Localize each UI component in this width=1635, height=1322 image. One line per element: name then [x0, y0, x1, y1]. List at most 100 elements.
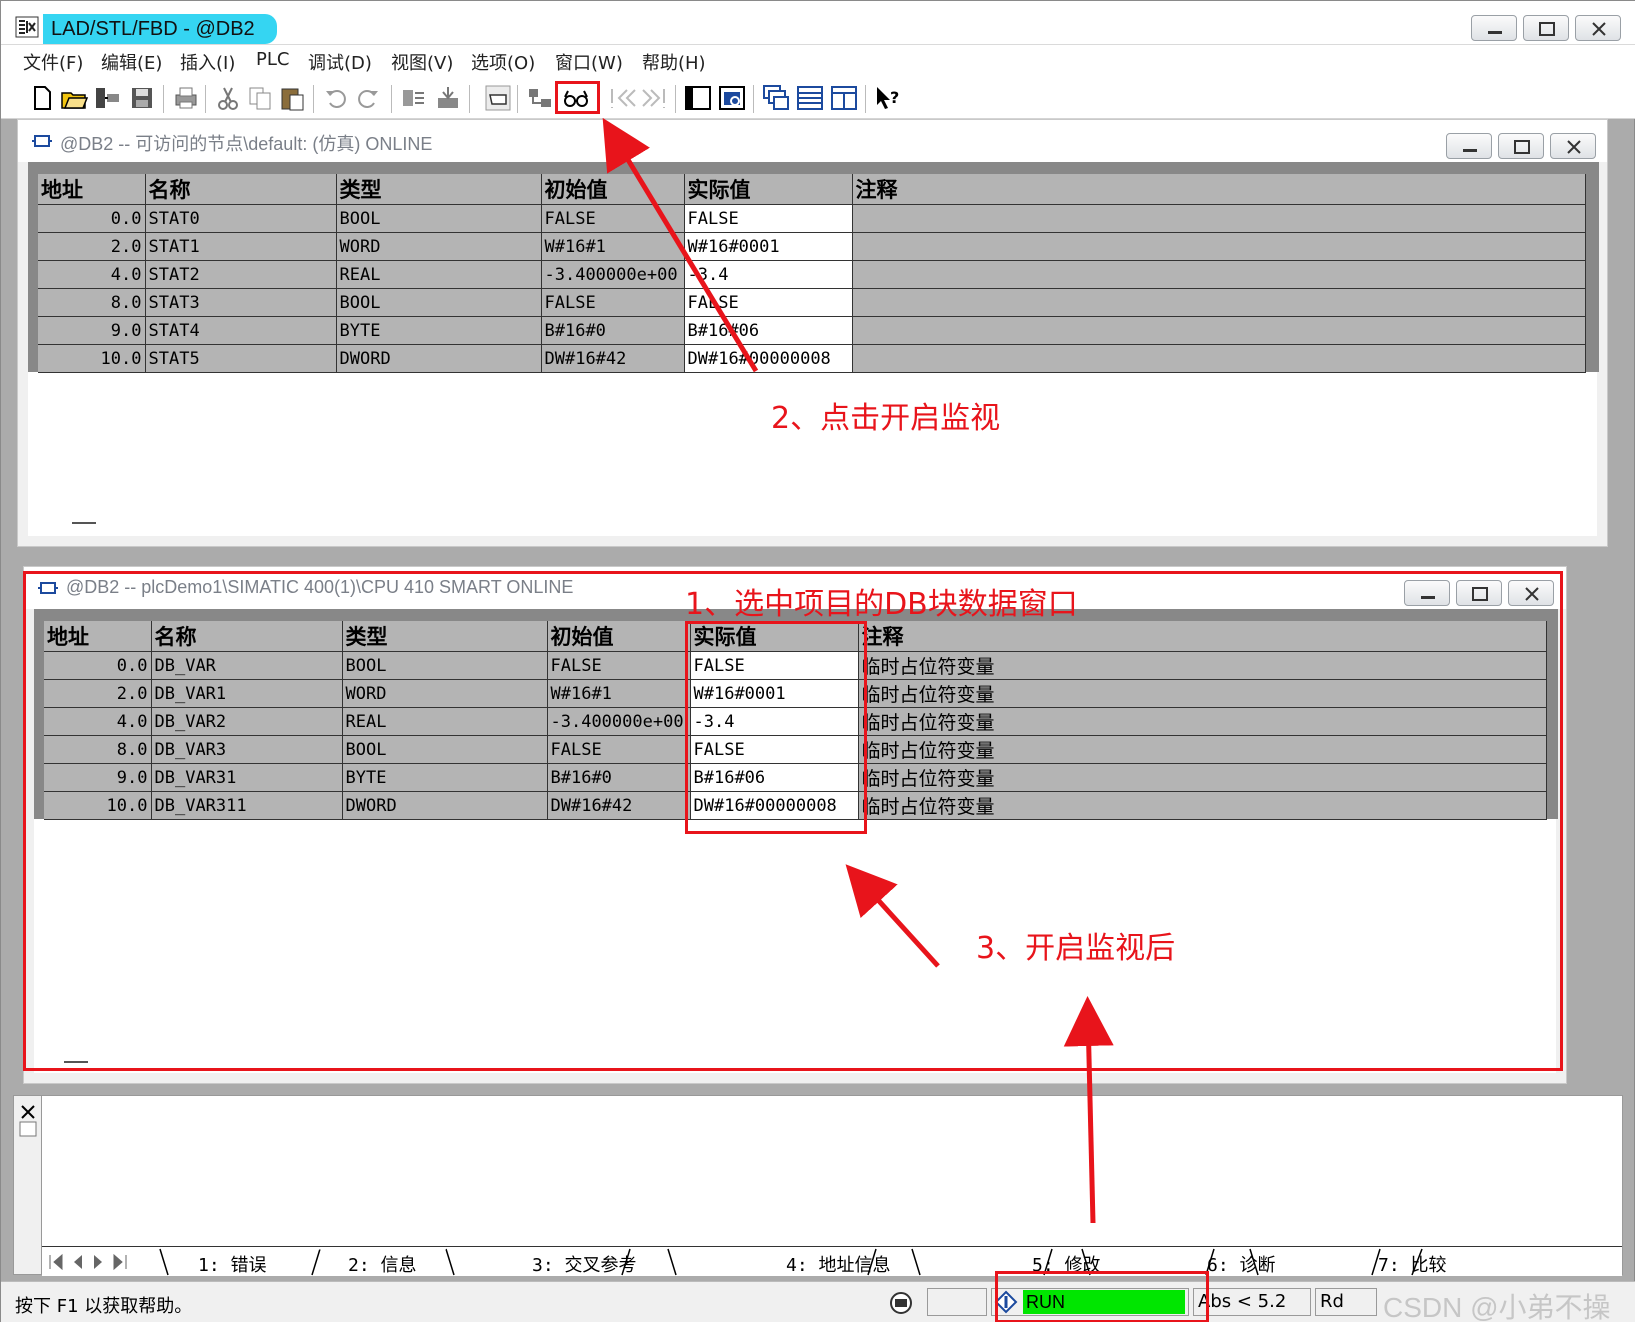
actual-value-cell[interactable]: DW#16#00000008	[684, 344, 853, 373]
output-panel: 1: 错误 2: 信息 3: 交叉参考 4: 地址信息 5: 修改 6: 诊断 …	[13, 1095, 1623, 1276]
comment-cell[interactable]	[852, 288, 1586, 317]
child-restore-button[interactable]	[1498, 133, 1544, 159]
comment-cell[interactable]	[852, 316, 1586, 345]
close-panel-icon[interactable]	[14, 1100, 42, 1140]
detail-icon[interactable]	[717, 83, 747, 113]
mdi-title-text: @DB2 -- 可访问的节点\default: (仿真) ONLINE	[60, 134, 433, 154]
menu-file[interactable]: 文件(F)	[23, 49, 83, 75]
menu-options[interactable]: 选项(O)	[471, 49, 535, 75]
address-cell[interactable]: 8.0	[38, 288, 146, 317]
compile-icon[interactable]	[399, 83, 429, 113]
menu-insert[interactable]: 插入(I)	[180, 49, 235, 75]
initial-value-cell[interactable]: W#16#1	[541, 232, 685, 261]
type-cell[interactable]: BOOL	[336, 288, 542, 317]
cascade-icon[interactable]	[761, 83, 791, 113]
annotation-step1: 1、选中项目的DB块数据窗口	[685, 587, 1078, 622]
title-bar: LAD/STL/FBD - @DB2	[1, 1, 1635, 45]
application-window: LAD/STL/FBD - @DB2 文件(F) 编辑(E) 插入(I) PLC…	[0, 0, 1635, 1322]
name-cell[interactable]: STAT4	[145, 316, 337, 345]
tile-horizontal-icon[interactable]	[795, 83, 825, 113]
paste-icon[interactable]	[277, 83, 307, 113]
address-cell[interactable]: 0.0	[38, 204, 146, 233]
column-header[interactable]: 地址	[38, 174, 146, 205]
table-row[interactable]: 0.0 STAT0 BOOL FALSE FALSE	[38, 204, 1586, 233]
name-cell[interactable]: STAT1	[145, 232, 337, 261]
new-icon[interactable]	[27, 83, 57, 113]
comment-cell[interactable]	[852, 204, 1586, 233]
splitter-handle[interactable]	[72, 522, 96, 524]
undo-icon[interactable]	[321, 83, 351, 113]
network-status-icon	[890, 1292, 912, 1314]
download-icon[interactable]	[433, 83, 463, 113]
table-row[interactable]: 2.0 STAT1 WORD W#16#1 W#16#0001	[38, 232, 1586, 261]
redo-icon[interactable]	[353, 83, 383, 113]
column-header[interactable]: 初始值	[541, 174, 685, 205]
column-header[interactable]: 名称	[145, 174, 337, 205]
minimize-button[interactable]	[1471, 15, 1517, 41]
copy-icon[interactable]	[245, 83, 275, 113]
monitor-window-icon[interactable]	[483, 83, 513, 113]
open-icon[interactable]	[59, 83, 89, 113]
menu-help[interactable]: 帮助(H)	[642, 49, 706, 75]
print-icon[interactable]	[171, 83, 201, 113]
rd-field: Rd	[1315, 1288, 1377, 1316]
name-cell[interactable]: STAT3	[145, 288, 337, 317]
column-header[interactable]: 实际值	[684, 174, 853, 205]
initial-value-cell[interactable]: B#16#0	[541, 316, 685, 345]
column-header[interactable]: 类型	[336, 174, 542, 205]
menu-view[interactable]: 视图(V)	[391, 49, 453, 75]
name-cell[interactable]: STAT0	[145, 204, 337, 233]
close-button[interactable]	[1575, 15, 1621, 41]
address-cell[interactable]: 4.0	[38, 260, 146, 289]
initial-value-cell[interactable]: DW#16#42	[541, 344, 685, 373]
child-close-button[interactable]	[1550, 133, 1596, 159]
name-cell[interactable]: STAT2	[145, 260, 337, 289]
mdi-body: 地址 名称 类型 初始值 实际值 注释 0.0 STAT0 BOOL FALSE FALSE 2.0…	[28, 162, 1599, 536]
cut-icon[interactable]	[213, 83, 243, 113]
actual-value-cell[interactable]: -3.4	[684, 260, 853, 289]
actual-value-cell[interactable]: FALSE	[684, 288, 853, 317]
address-cell[interactable]: 10.0	[38, 344, 146, 373]
status-bar: 按下 F1 以获取帮助。 RUN Abs < 5.2 Rd CSDN @小弟不操	[1, 1281, 1635, 1322]
mdi-window-simulation[interactable]: @DB2 -- 可访问的节点\default: (仿真) ONLINE 地址 名称…	[17, 119, 1608, 547]
comment-cell[interactable]	[852, 344, 1586, 373]
restore-button[interactable]	[1523, 15, 1569, 41]
actual-value-cell[interactable]: B#16#06	[684, 316, 853, 345]
menu-window[interactable]: 窗口(W)	[555, 49, 623, 75]
initial-value-cell[interactable]: FALSE	[541, 204, 685, 233]
next-error-icon[interactable]	[639, 83, 669, 113]
type-cell[interactable]: WORD	[336, 232, 542, 261]
tile-vertical-icon[interactable]	[829, 83, 859, 113]
mdi-titlebar[interactable]: @DB2 -- 可访问的节点\default: (仿真) ONLINE	[18, 120, 1607, 162]
initial-value-cell[interactable]: -3.400000e+00	[541, 260, 685, 289]
type-cell[interactable]: REAL	[336, 260, 542, 289]
actual-value-cell[interactable]: FALSE	[684, 204, 853, 233]
initial-value-cell[interactable]: FALSE	[541, 288, 685, 317]
column-header[interactable]: 注释	[852, 174, 1586, 205]
type-cell[interactable]: BYTE	[336, 316, 542, 345]
app-logo-icon	[15, 16, 39, 38]
prev-error-icon[interactable]	[607, 83, 637, 113]
address-cell[interactable]: 2.0	[38, 232, 146, 261]
menu-edit[interactable]: 编辑(E)	[101, 49, 162, 75]
child-minimize-button[interactable]	[1446, 133, 1492, 159]
table-row[interactable]: 10.0 STAT5 DWORD DW#16#42 DW#16#00000008	[38, 344, 1586, 373]
menu-plc[interactable]: PLC	[256, 49, 289, 70]
table-row[interactable]: 9.0 STAT4 BYTE B#16#0 B#16#06	[38, 316, 1586, 345]
address-cell[interactable]: 9.0	[38, 316, 146, 345]
comment-cell[interactable]	[852, 232, 1586, 261]
table-row[interactable]: 8.0 STAT3 BOOL FALSE FALSE	[38, 288, 1586, 317]
menu-debug[interactable]: 调试(D)	[308, 49, 372, 75]
save-icon[interactable]	[127, 83, 157, 113]
abs-field: Abs < 5.2	[1193, 1288, 1311, 1316]
name-cell[interactable]: STAT5	[145, 344, 337, 373]
context-help-icon[interactable]: ?	[873, 83, 903, 113]
online-icon[interactable]	[93, 83, 123, 113]
type-cell[interactable]: DWORD	[336, 344, 542, 373]
overview-icon[interactable]	[683, 83, 713, 113]
type-cell[interactable]: BOOL	[336, 204, 542, 233]
actual-value-cell[interactable]: W#16#0001	[684, 232, 853, 261]
network-icon[interactable]	[525, 83, 555, 113]
table-row[interactable]: 4.0 STAT2 REAL -3.400000e+00 -3.4	[38, 260, 1586, 289]
comment-cell[interactable]	[852, 260, 1586, 289]
